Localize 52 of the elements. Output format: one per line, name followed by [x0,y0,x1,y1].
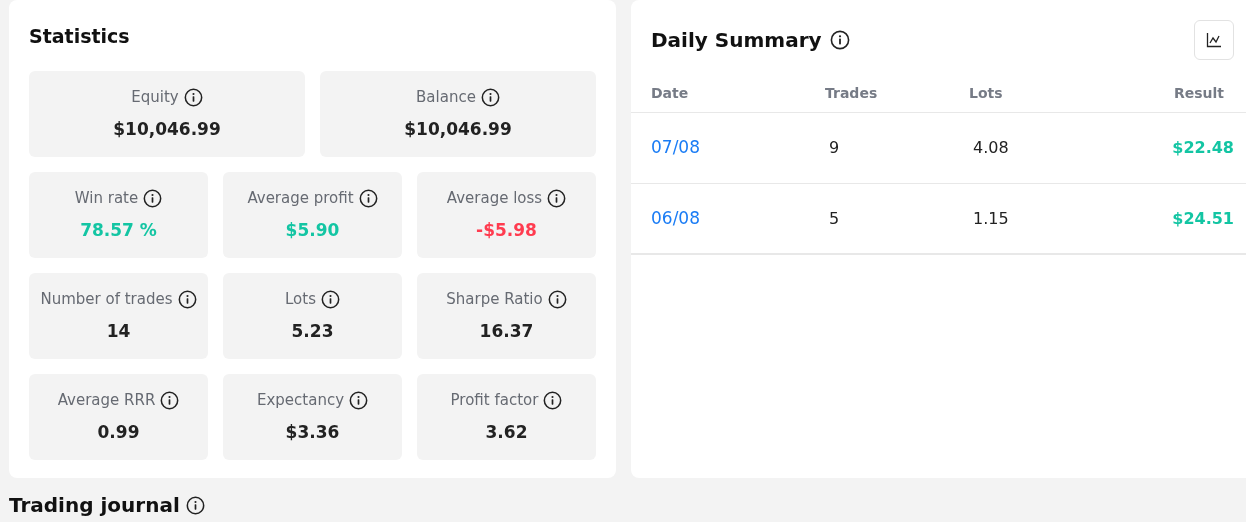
card-title: Daily Summary [651,27,822,54]
stat-label: Average RRR [57,390,156,411]
stat-label: Average profit [247,188,354,209]
info-icon [160,390,180,410]
column-header: Lots [969,83,1004,103]
stat-label: Balance [416,87,476,108]
stat-value: 5.23 [291,319,334,343]
stat-value: $10,046.99 [113,117,221,141]
stat-label: Equity [131,87,179,108]
info-icon [829,30,850,50]
section-title: Trading journal [9,492,180,519]
info-icon [143,188,163,208]
column-header: Result [1173,83,1224,103]
stat-label: Expectancy [256,390,345,411]
stat-value: 3.62 [485,420,528,444]
stat-value: $10,046.99 [404,117,512,141]
table-cell-text: 9 [829,137,841,159]
stat-label: Number of trades [40,289,173,310]
info-icon [358,188,378,208]
stat-label: Profit factor [450,390,539,411]
info-icon [547,289,567,309]
stat-value: 14 [106,319,131,343]
column-header: Date [651,83,690,103]
stat-label: Win rate [74,188,139,209]
stat-label: Average loss [446,188,543,209]
info-icon [349,390,369,410]
info-icon [321,289,340,309]
table-cell-text: 1.15 [973,207,1010,230]
info-icon [183,87,203,107]
stat-value: 16.37 [479,319,534,343]
stat-value: 78.57 % [80,218,157,242]
stat-value: -$5.98 [476,218,537,242]
date-link[interactable]: 07/08 [651,135,829,161]
stat-label: Sharpe Ratio [446,289,543,310]
table-cell-text: $22.48 [1172,137,1234,159]
stat-label: Lots [285,289,316,310]
card-title: Statistics [29,24,131,49]
stat-value: $3.36 [285,420,340,444]
chart-button[interactable] [1194,20,1234,60]
info-icon [547,188,567,208]
info-icon [543,390,563,410]
column-header: Trades [825,83,879,103]
table-cell-text: 5 [829,207,841,230]
table-cell-text: 4.08 [973,137,1010,159]
table-cell-text: $24.51 [1172,207,1234,230]
stat-value: 0.99 [97,420,140,444]
info-icon [480,87,500,107]
info-icon [177,289,197,309]
info-icon [185,495,205,515]
line-chart-icon [1206,32,1222,48]
stat-value: $5.90 [285,218,340,242]
date-link[interactable]: 06/08 [651,205,829,232]
